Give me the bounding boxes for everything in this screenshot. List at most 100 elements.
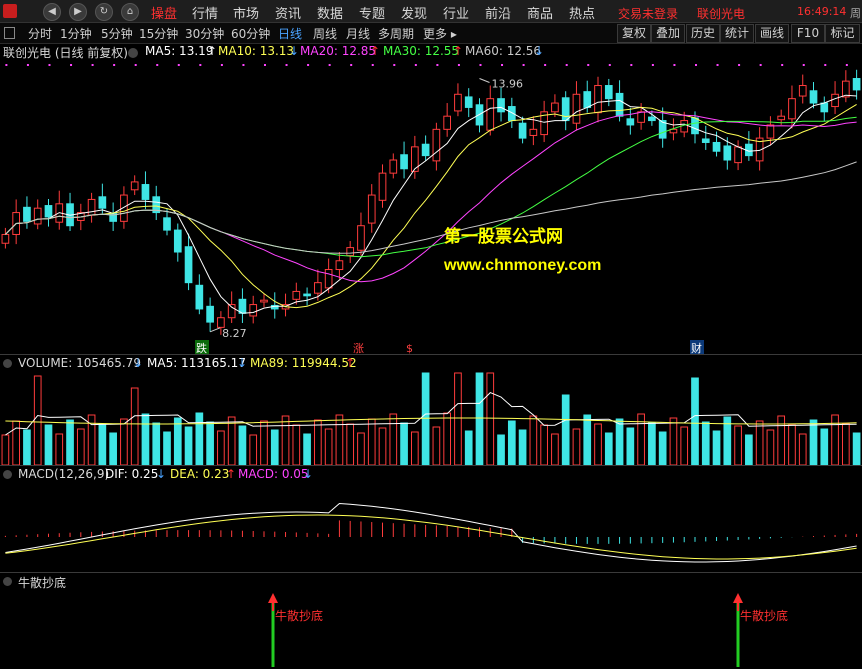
volume-bar — [486, 372, 495, 465]
volume-bar — [195, 412, 204, 465]
legend-options-icon[interactable] — [128, 48, 138, 58]
period-tab-9[interactable]: 多周期 — [378, 25, 414, 42]
menu-item-2[interactable]: 市场 — [233, 3, 259, 22]
refresh-icon[interactable]: ↻ — [95, 3, 113, 21]
period-tab-10[interactable]: 更多 ▸ — [423, 25, 457, 42]
candle-body — [777, 115, 786, 121]
menu-item-10[interactable]: 热点 — [569, 3, 595, 22]
volume-bar — [464, 430, 473, 465]
volume-bar — [281, 415, 290, 465]
volume-bar — [648, 422, 656, 465]
macd-dif: DIF: 0.25 — [105, 467, 159, 481]
ma20-value: MA20: 12.85 — [300, 44, 377, 58]
toolbar-button-6[interactable]: 标记 — [825, 24, 860, 43]
top-dot-marker — [522, 64, 525, 66]
top-dot-marker — [436, 64, 439, 66]
menu-item-4[interactable]: 数据 — [317, 3, 343, 22]
indicator-options-icon[interactable] — [3, 577, 12, 586]
menu-item-5[interactable]: 专题 — [359, 3, 385, 22]
period-tab-1[interactable]: 1分钟 — [60, 25, 92, 42]
top-dot-marker — [608, 64, 611, 66]
home-icon[interactable]: ⌂ — [121, 3, 139, 21]
macd-dea: DEA: 0.23 — [170, 467, 230, 481]
volume-bar — [33, 375, 42, 465]
candle-body — [723, 145, 732, 161]
toolbar-button-5[interactable]: F10 — [791, 24, 825, 43]
volume-ma89-up-arrow-icon: ↑ — [345, 356, 356, 370]
volume-bar — [841, 423, 850, 465]
candle-body — [615, 92, 624, 117]
candle-body — [561, 97, 570, 122]
top-dot-marker — [501, 64, 504, 66]
menu-item-6[interactable]: 发现 — [401, 3, 427, 22]
top-dot-marker — [630, 64, 633, 66]
volume-bar — [518, 429, 527, 465]
low-pointer — [209, 327, 221, 333]
ma20-line — [5, 111, 857, 283]
macd-options-icon[interactable] — [3, 470, 12, 479]
candle-body — [249, 304, 258, 317]
candle-body — [141, 184, 150, 200]
period-tab-6[interactable]: 日线 — [278, 25, 302, 42]
toolbar-button-0[interactable]: 复权 — [617, 24, 651, 43]
candle-body — [734, 146, 742, 164]
menu-item-1[interactable]: 行情 — [192, 3, 218, 22]
period-tab-8[interactable]: 月线 — [346, 25, 370, 42]
candle-body — [378, 172, 387, 201]
period-tab-0[interactable]: 分时 — [28, 25, 52, 42]
login-status[interactable]: 交易未登录 — [618, 5, 678, 22]
top-dot-marker — [48, 64, 51, 66]
period-tab-2[interactable]: 5分钟 — [101, 25, 133, 42]
marker-zhang: 涨 — [353, 342, 364, 354]
period-tab-7[interactable]: 周线 — [313, 25, 337, 42]
menu-item-7[interactable]: 行业 — [443, 3, 469, 22]
toolbar-button-1[interactable]: 叠加 — [651, 24, 685, 43]
macd-header: MACD(12,26,9) DIF: 0.25 ↓ DEA: 0.23 ↑ MA… — [0, 466, 862, 482]
volume-bar — [173, 417, 182, 465]
period-tab-3[interactable]: 15分钟 — [139, 25, 178, 42]
volume-bar — [755, 420, 764, 465]
toolbar-button-4[interactable]: 画线 — [755, 24, 789, 43]
top-dot-marker — [673, 64, 676, 66]
marker-s: $ — [406, 342, 413, 354]
candle-body — [130, 181, 139, 191]
period-tab-5[interactable]: 60分钟 — [231, 25, 270, 42]
volume-bar — [852, 432, 861, 465]
volume-bar — [120, 418, 128, 465]
volume-bar — [561, 394, 570, 465]
weekday: 周 — [850, 7, 861, 20]
volume-bar — [583, 414, 592, 465]
macd-chart[interactable] — [0, 482, 862, 572]
volume-bar — [809, 419, 818, 465]
panel-toggle-icon[interactable] — [4, 27, 15, 39]
candle-body — [238, 298, 247, 314]
indicator-chart[interactable]: 牛散抄底 牛散抄底 — [0, 589, 862, 669]
back-icon[interactable]: ◀ — [43, 3, 61, 21]
candle-body — [324, 269, 333, 289]
volume-bar — [475, 372, 484, 465]
marker-cai: 财 — [691, 341, 702, 354]
candle-body — [766, 124, 775, 139]
stock-name[interactable]: 联创光电 — [697, 5, 745, 22]
menu-item-0[interactable]: 操盘 — [151, 3, 177, 22]
menu-item-9[interactable]: 商品 — [527, 3, 553, 22]
volume-bar — [292, 424, 301, 465]
menu-item-3[interactable]: 资讯 — [275, 3, 301, 22]
candle-body — [314, 282, 322, 294]
volume-bar — [270, 429, 279, 465]
candle-body — [551, 102, 559, 113]
top-dot-marker — [285, 64, 288, 66]
price-chart[interactable]: 13.96 8.27 跌 涨 $ 财 — [0, 58, 862, 354]
volume-chart[interactable] — [0, 371, 862, 465]
top-dot-marker — [199, 64, 202, 66]
toolbar-button-3[interactable]: 统计 — [720, 24, 754, 43]
volume-options-icon[interactable] — [3, 359, 12, 368]
volume-bar — [152, 422, 161, 465]
forward-icon[interactable]: ▶ — [69, 3, 87, 21]
toolbar-button-2[interactable]: 历史 — [686, 24, 720, 43]
candle-body — [831, 93, 839, 108]
period-tab-4[interactable]: 30分钟 — [185, 25, 224, 42]
top-dot-marker — [587, 64, 590, 66]
volume-bar — [594, 423, 602, 465]
menu-item-8[interactable]: 前沿 — [485, 3, 511, 22]
